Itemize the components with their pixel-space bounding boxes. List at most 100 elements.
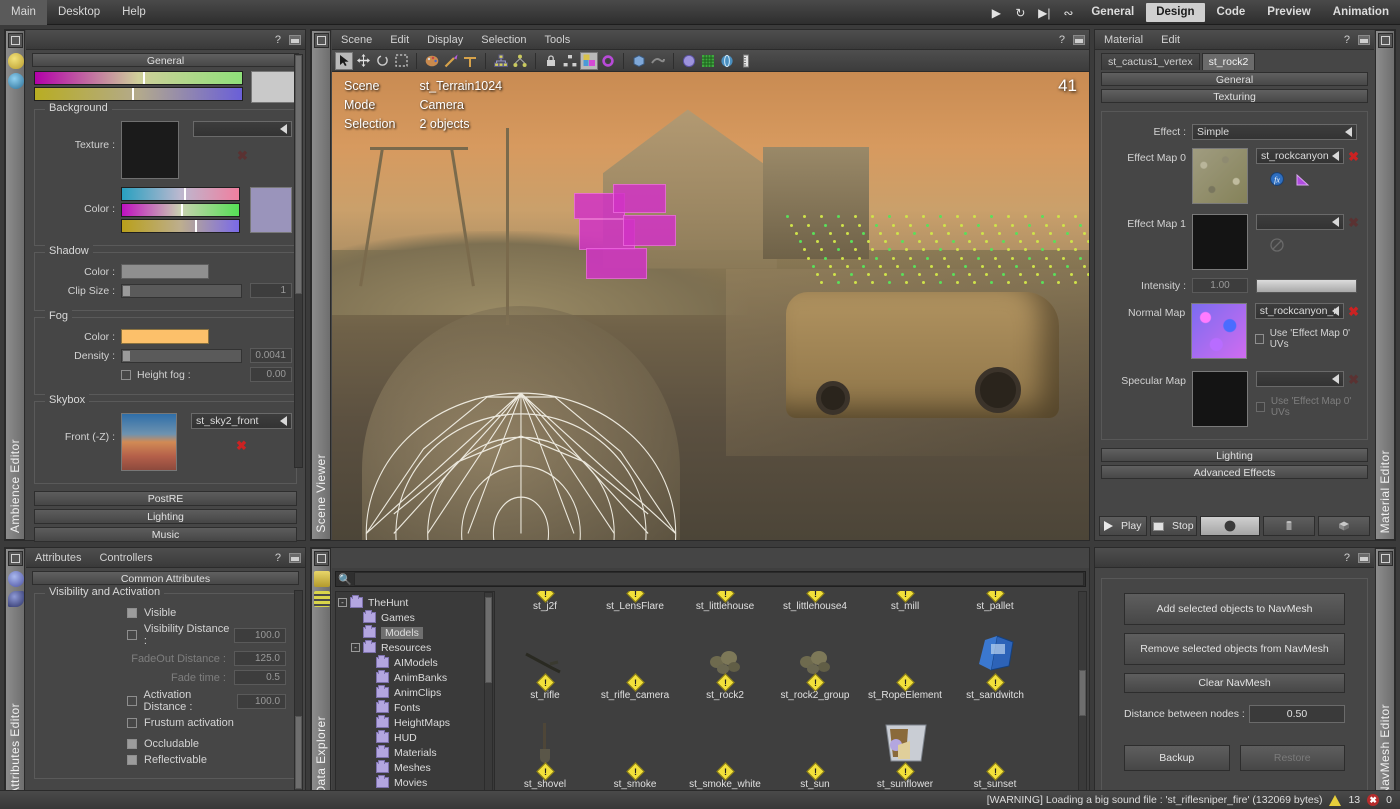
asset-item[interactable]: st_sun [770, 725, 860, 790]
effect-map-0-clear-icon[interactable]: ✖ [1348, 150, 1359, 163]
tree-node[interactable]: - Resources [338, 640, 494, 655]
background-texture-combo[interactable] [193, 121, 292, 137]
nodes-icon[interactable] [511, 52, 529, 70]
refresh-icon[interactable]: ↻ [1008, 0, 1032, 25]
skybox-front-clear-icon[interactable]: ✖ [191, 439, 292, 452]
uv-edit-icon[interactable] [1295, 172, 1310, 187]
attributes-controllers-icon[interactable] [8, 591, 24, 607]
normal-map-thumbnail[interactable] [1191, 303, 1247, 359]
hierarchy-icon[interactable] [492, 52, 510, 70]
frustum-activation-checkbox[interactable] [127, 718, 137, 728]
tree-node[interactable]: Materials [338, 745, 494, 760]
tree-node[interactable]: HUD [338, 730, 494, 745]
ambience-minimize-icon[interactable] [289, 35, 301, 45]
material-tab-st-cactus1-vertex[interactable]: st_cactus1_vertex [1101, 53, 1200, 70]
scene-menu-selection[interactable]: Selection [472, 30, 535, 50]
effect-map-1-thumbnail[interactable] [1192, 214, 1248, 270]
distance-between-nodes-value[interactable]: 0.50 [1249, 705, 1345, 723]
tree-node[interactable]: Movies [338, 775, 494, 790]
move-icon[interactable] [354, 52, 372, 70]
tab-code[interactable]: Code [1207, 3, 1256, 22]
tab-animation[interactable]: Animation [1323, 3, 1399, 22]
tree-node[interactable]: AnimClips [338, 685, 494, 700]
attributes-menu-controllers[interactable]: Controllers [90, 548, 161, 568]
tree-collapse-icon[interactable]: - [338, 598, 347, 607]
menu-main[interactable]: Main [0, 0, 47, 25]
tree-node[interactable]: AIModels [338, 655, 494, 670]
asset-item[interactable]: st_pallet [950, 591, 1040, 612]
material-dock-button[interactable] [1378, 33, 1393, 48]
height-fog-value[interactable]: 0.00 [250, 367, 292, 382]
effect-map-1-clear-icon[interactable]: ✖ [1348, 216, 1359, 229]
step-icon[interactable]: ▶| [1032, 0, 1056, 25]
group-icon[interactable] [561, 52, 579, 70]
activation-distance-checkbox[interactable] [127, 696, 137, 706]
asset-item[interactable]: st_rock2 [680, 636, 770, 701]
activation-distance-value[interactable]: 100.0 [236, 693, 287, 709]
data-explorer-list-icon[interactable] [314, 591, 330, 607]
normal-map-clear-icon[interactable]: ✖ [1348, 305, 1359, 318]
fog-color-swatch[interactable] [121, 329, 209, 344]
specular-map-combo[interactable] [1256, 371, 1345, 387]
material-help-icon[interactable]: ? [1344, 34, 1350, 46]
visible-checkbox[interactable] [127, 608, 137, 618]
fog-density-value[interactable]: 0.0041 [250, 348, 292, 363]
effect-combo[interactable]: Simple [1192, 124, 1357, 140]
remove-from-navmesh-button[interactable]: Remove selected objects from NavMesh [1124, 633, 1345, 665]
tree-node[interactable]: Fonts [338, 700, 494, 715]
asset-item[interactable]: st_rifle_camera [590, 636, 680, 701]
grid-scrollbar[interactable] [1078, 591, 1087, 799]
asset-item[interactable]: st_LensFlare [590, 591, 680, 612]
asset-tree[interactable]: - TheHunt Games Models - Resources AIModels Ani… [335, 591, 495, 799]
material-minimize-icon[interactable] [1358, 35, 1370, 45]
scene-menu-edit[interactable]: Edit [381, 30, 418, 50]
material-stop-button[interactable]: Stop [1149, 516, 1197, 536]
curve-icon[interactable]: ∾ [1056, 0, 1080, 25]
sphere-icon[interactable] [680, 52, 698, 70]
material-preview-cylinder-button[interactable] [1263, 516, 1315, 536]
restore-button[interactable]: Restore [1239, 745, 1345, 771]
normal-map-uv-checkbox[interactable] [1254, 334, 1264, 344]
skybox-front-combo[interactable]: st_sky2_front [191, 413, 292, 429]
material-menu-edit[interactable]: Edit [1152, 30, 1189, 50]
postre-section-button[interactable]: PostRE [34, 491, 297, 506]
attributes-scrollbar[interactable] [294, 590, 303, 794]
cube-icon[interactable] [630, 52, 648, 70]
scene-viewer-minimize-icon[interactable] [1073, 35, 1085, 45]
material-advanced-effects-section-button[interactable]: Advanced Effects [1101, 465, 1368, 479]
magic-wand-icon[interactable] [442, 52, 460, 70]
tree-node[interactable]: Games [338, 610, 494, 625]
ambience-dock-button[interactable] [8, 33, 23, 48]
asset-item[interactable]: st_sunflower [860, 724, 950, 790]
attributes-menu-attributes[interactable]: Attributes [26, 548, 90, 568]
texture-browse-icon[interactable]: fx [1270, 172, 1285, 187]
effect-map-1-combo[interactable] [1256, 214, 1345, 230]
ambience-general-section-button[interactable]: General [32, 53, 299, 67]
navmesh-help-icon[interactable]: ? [1344, 552, 1350, 564]
clip-size-value[interactable]: 1 [250, 283, 292, 298]
search-input[interactable] [354, 572, 1084, 586]
tree-collapse-icon[interactable]: - [351, 643, 360, 652]
ambience-hue-gradient[interactable] [34, 71, 243, 85]
scene-menu-scene[interactable]: Scene [332, 30, 381, 50]
material-tab-st-rock2[interactable]: st_rock2 [1201, 53, 1256, 70]
background-color-swatch[interactable] [250, 187, 292, 233]
material-lighting-section-button[interactable]: Lighting [1101, 448, 1368, 462]
play-icon[interactable]: ▶ [984, 0, 1008, 25]
reflectivable-checkbox[interactable] [127, 755, 137, 765]
ambience-help-icon[interactable]: ? [275, 34, 281, 46]
palette-icon[interactable] [423, 52, 441, 70]
mesh-icon[interactable] [649, 52, 667, 70]
lighting-section-button[interactable]: Lighting [34, 509, 297, 524]
attributes-help-icon[interactable]: ? [275, 552, 281, 564]
asset-item[interactable]: st_sunset [950, 725, 1040, 790]
data-explorer-dock-button[interactable] [314, 551, 329, 566]
asset-item[interactable]: st_shovel [500, 723, 590, 790]
tree-node[interactable]: AnimBanks [338, 670, 494, 685]
tab-general[interactable]: General [1081, 3, 1144, 22]
tab-preview[interactable]: Preview [1257, 3, 1320, 22]
background-texture-swatch[interactable] [121, 121, 179, 179]
asset-item[interactable]: st_mill [860, 591, 950, 612]
specular-map-clear-icon[interactable]: ✖ [1348, 373, 1359, 386]
height-fog-checkbox[interactable] [121, 369, 131, 380]
